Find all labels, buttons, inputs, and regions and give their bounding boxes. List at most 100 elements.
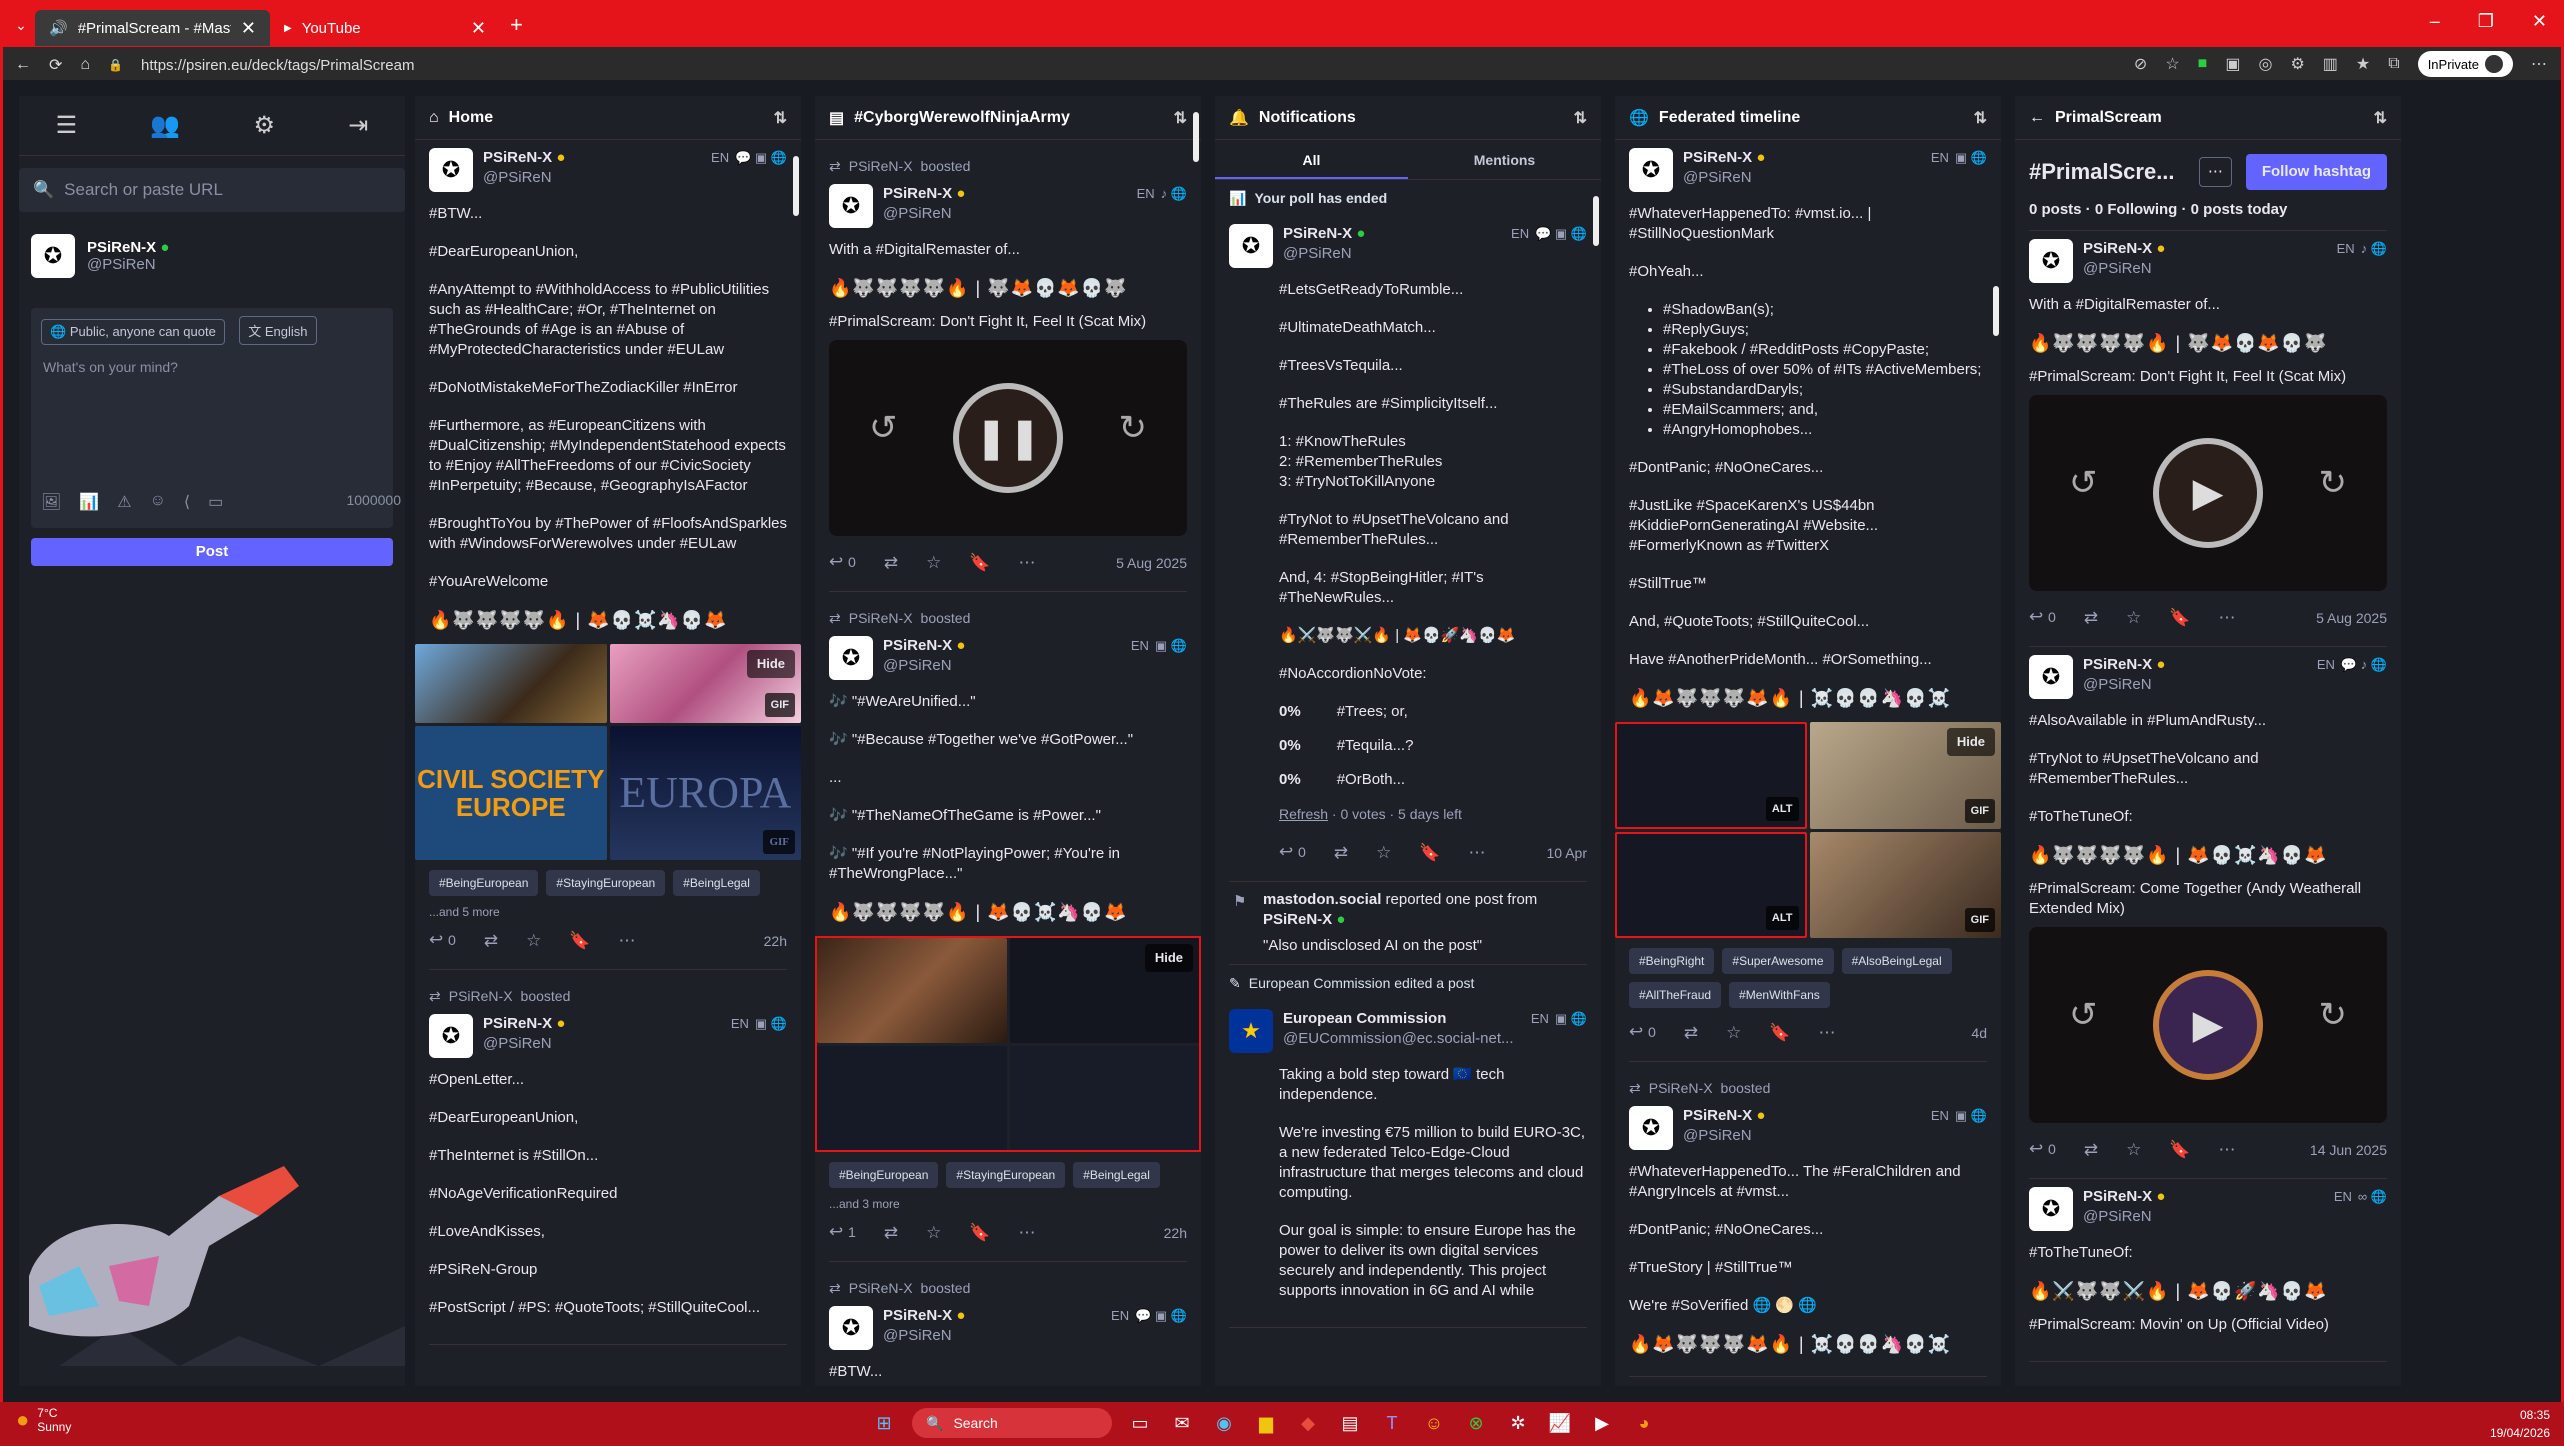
bookmark-button[interactable]: 🔖 <box>969 1223 990 1243</box>
app-icon[interactable]: 📈 <box>1546 1409 1574 1437</box>
pause-icon[interactable]: ❚❚ <box>953 383 1063 493</box>
compose-textarea[interactable]: What's on your mind? <box>31 345 393 389</box>
reply-button[interactable]: ↩ 0 <box>1629 1022 1656 1043</box>
boost-button[interactable]: ⇄ <box>1684 1023 1698 1043</box>
reply-button[interactable]: ↩ 0 <box>2029 607 2056 628</box>
hide-media-button[interactable]: Hide <box>1946 728 1995 756</box>
display-name[interactable]: PSiReN-X ● <box>2083 239 2165 259</box>
status[interactable]: ⇄ PSiReN-X boosted ✪ PSiReN-X ● @PSiReN EN… <box>429 970 787 1345</box>
hide-media-button[interactable]: Hide <box>1144 944 1193 972</box>
favorite-icon[interactable]: ☆ <box>2165 54 2179 74</box>
more-button[interactable]: ⋯ <box>2219 608 2236 628</box>
favourite-button[interactable]: ☆ <box>1376 843 1391 863</box>
status[interactable]: ✪ PSiReN-X ● @PSiReN EN 💬 ♪ 🌐 #AlsoAvaila… <box>2029 647 2387 1179</box>
media-image[interactable]: ALT <box>1615 722 1807 829</box>
quote-icon[interactable]: ▭ <box>208 492 223 512</box>
hashtag-link[interactable]: #BeingEuropean <box>829 1162 939 1188</box>
media-image[interactable] <box>1009 1045 1199 1150</box>
bookmark-button[interactable]: 🔖 <box>2169 1140 2190 1160</box>
media-image[interactable]: CIVIL SOCIETY EUROPE <box>415 725 607 860</box>
column-header[interactable]: 🌐 Federated timeline ⇅ <box>1615 96 2001 140</box>
forward-5-icon[interactable]: ↻ <box>2319 998 2348 1032</box>
status[interactable]: ✪ PSiReN-X ● @PSiReN EN 💬 ▣ 🌐 #LetsGetRea… <box>1229 216 1587 882</box>
refresh-icon[interactable]: ⟳ <box>49 55 62 75</box>
play-icon[interactable]: ▶ <box>2153 970 2263 1080</box>
home-icon[interactable]: ⌂ <box>80 56 90 74</box>
reply-button[interactable]: ↩ 0 <box>2029 1139 2056 1160</box>
status-time[interactable]: 5 Aug 2025 <box>2316 608 2387 628</box>
split-screen-icon[interactable]: ▥ <box>2323 54 2338 74</box>
favorites-icon[interactable]: ★ <box>2356 54 2370 74</box>
collections-icon[interactable]: ⧉ <box>2388 55 2399 73</box>
media-image[interactable]: Hide GIF <box>609 644 801 723</box>
more-button[interactable]: ⋯ <box>1019 553 1036 573</box>
hashtag-link[interactable]: #StayingEuropean <box>546 870 666 896</box>
close-tab-icon[interactable]: ✕ <box>471 18 486 39</box>
more-button[interactable]: ⋯ <box>1019 1223 1036 1243</box>
status[interactable]: ✪ PSiReN-X ● @PSiReN EN ♪ 🌐 With a #Digit… <box>2029 231 2387 647</box>
display-name[interactable]: European Commission <box>1283 1009 1514 1029</box>
status[interactable]: ⇄ PSiReN-X boosted ✪ PSiReN-X ● @PSiReN EN… <box>815 592 1201 1262</box>
post-button[interactable]: Post <box>31 538 393 566</box>
follow-hashtag-button[interactable]: Follow hashtag <box>2245 154 2387 190</box>
more-hashtags-link[interactable]: ...and 5 more <box>429 902 787 922</box>
scrollbar[interactable] <box>793 156 799 216</box>
app-icon[interactable]: ◕ <box>1630 1409 1658 1437</box>
current-account[interactable]: ✪ PSiReN-X ● @PSiReN <box>19 224 405 288</box>
language-button[interactable]: 文 English <box>239 316 317 345</box>
boost-button[interactable]: ⇄ <box>2084 608 2098 628</box>
app-icon[interactable]: ✲ <box>1504 1409 1532 1437</box>
edge-icon[interactable]: ◉ <box>1210 1409 1238 1437</box>
hashtag-link[interactable]: #BeingEuropean <box>429 870 539 896</box>
display-name[interactable]: PSiReN-X ● <box>1683 1106 1765 1126</box>
media-image[interactable] <box>817 938 1007 1043</box>
app-icon[interactable]: ◆ <box>1294 1409 1322 1437</box>
forward-5-icon[interactable]: ↻ <box>2319 466 2348 500</box>
reply-button[interactable]: ↩ 0 <box>1279 842 1306 863</box>
close-window-icon[interactable]: ✕ <box>2532 11 2547 32</box>
reply-button[interactable]: ↩ 1 <box>829 1222 856 1243</box>
display-name[interactable]: PSiReN-X ● <box>883 1306 965 1326</box>
video-player[interactable]: ↺ ❚❚ ↻ <box>829 340 1187 536</box>
bookmark-button[interactable]: 🔖 <box>1769 1023 1790 1043</box>
refresh-link[interactable]: Refresh <box>1279 806 1328 822</box>
media-image[interactable] <box>415 644 607 723</box>
avatar[interactable]: ✪ <box>1629 1106 1673 1150</box>
bookmark-button[interactable]: 🔖 <box>969 553 990 573</box>
hashtag-link[interactable]: #SuperAwesome <box>1722 948 1834 974</box>
avatar[interactable]: ✪ <box>2029 239 2073 283</box>
weather-widget[interactable]: ● 7°C Sunny <box>16 1406 71 1434</box>
share-icon[interactable]: ⟨ <box>184 492 190 512</box>
avatar[interactable]: ✪ <box>1229 224 1273 268</box>
column-header[interactable]: ← PrimalScream ⇅ <box>2015 96 2401 140</box>
media-image[interactable]: EUROPA GIF <box>609 725 801 860</box>
column-header[interactable]: 🔔 Notifications ⇅ <box>1215 96 1601 140</box>
tracking-icon[interactable]: ⊘ <box>2134 54 2147 74</box>
restore-icon[interactable]: ❐ <box>2478 11 2494 32</box>
tab-youtube[interactable]: ▶ YouTube ✕ <box>270 10 500 46</box>
reply-button[interactable]: ↩ 0 <box>429 930 456 951</box>
hashtag-link[interactable]: #MenWithFans <box>1729 982 1830 1008</box>
hashtag-link[interactable]: #BeingLegal <box>1073 1162 1160 1188</box>
bookmark-button[interactable]: 🔖 <box>569 931 590 951</box>
boost-button[interactable]: ⇄ <box>2084 1140 2098 1160</box>
more-button[interactable]: ⋯ <box>1819 1023 1836 1043</box>
extension-icon[interactable]: ■ <box>2198 55 2208 73</box>
extension-icon[interactable]: ◎ <box>2258 54 2272 74</box>
boost-button[interactable]: ⇄ <box>1334 843 1348 863</box>
favourite-button[interactable]: ☆ <box>1726 1023 1741 1043</box>
poll-icon[interactable]: 📊 <box>79 492 99 512</box>
back-arrow-icon[interactable]: ← <box>2029 109 2045 127</box>
column-settings-icon[interactable]: ⇅ <box>1174 108 1187 128</box>
back-icon[interactable]: ← <box>15 56 31 74</box>
status-time[interactable]: 14 Jun 2025 <box>2310 1140 2387 1160</box>
media-player-icon[interactable]: ▶ <box>1588 1409 1616 1437</box>
people-icon[interactable]: 👥 <box>150 111 180 140</box>
content-warning-icon[interactable]: ⚠ <box>117 492 131 512</box>
scrollbar[interactable] <box>1993 286 1999 336</box>
bookmark-button[interactable]: 🔖 <box>2169 608 2190 628</box>
close-tab-icon[interactable]: ✕ <box>241 18 256 39</box>
favourite-button[interactable]: ☆ <box>526 931 541 951</box>
lock-icon[interactable]: 🔒 <box>108 58 123 72</box>
report-notification[interactable]: ⚑ mastodon.social reported one post from… <box>1229 882 1587 965</box>
